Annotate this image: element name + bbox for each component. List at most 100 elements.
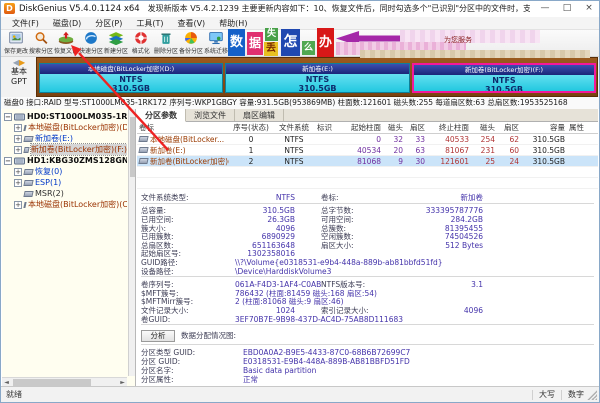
banner-tile: 失 bbox=[265, 28, 278, 41]
minimize-button[interactable]: — bbox=[534, 1, 556, 16]
device-path-value: \Device\HarddiskVolume3 bbox=[235, 266, 332, 276]
quick-partition-button[interactable]: 快速分区 bbox=[78, 30, 103, 56]
partition-name: 本地磁盘(BitLocker加密)(D:) bbox=[40, 64, 222, 74]
partition-icon bbox=[23, 168, 34, 175]
partition-blocks-container: 本地磁盘(BitLocker加密)(D:) NTFS 310.5GB 新加卷(E… bbox=[36, 57, 598, 97]
tree-item-f-selected[interactable]: + 新加卷(BitLocker加密)(F:) bbox=[2, 143, 127, 156]
tree-item-label: ESP(1) bbox=[35, 178, 62, 187]
expand-icon[interactable]: + bbox=[14, 200, 22, 209]
expand-icon[interactable]: + bbox=[14, 178, 22, 187]
partition-block-e[interactable]: 新加卷(E:) NTFS 310.5GB bbox=[225, 63, 410, 93]
volume-label-value: 新加卷 bbox=[460, 192, 484, 202]
menu-tools[interactable]: 工具(T) bbox=[129, 18, 170, 29]
banner-tile: 办 bbox=[317, 28, 334, 57]
expand-icon[interactable]: + bbox=[14, 123, 22, 132]
banner-tile: 怎 bbox=[281, 29, 300, 56]
expand-icon[interactable]: + bbox=[14, 145, 22, 154]
partition-size: 310.5GB bbox=[112, 84, 150, 93]
nav-right-icon[interactable]: ▶ bbox=[19, 58, 25, 67]
scrollbar-thumb[interactable] bbox=[13, 378, 91, 386]
partition-icon bbox=[23, 201, 27, 208]
resize-grip[interactable] bbox=[587, 389, 597, 400]
tab-browse-files[interactable]: 浏览文件 bbox=[186, 109, 235, 121]
sidebar-vertical-scrollbar[interactable] bbox=[128, 109, 135, 376]
volume-guid-value: 3EF70B7E-9B98-437D-AC4D-75AB8D111683 bbox=[235, 314, 404, 324]
tree-item-recovery[interactable]: + 恢复(0) bbox=[2, 166, 127, 177]
table-row-selected[interactable]: 新加卷(BitLocker加密)(F:) 2 NTFS 81068 9 30 1… bbox=[137, 156, 598, 167]
expand-icon[interactable]: + bbox=[14, 167, 22, 176]
tab-sector-edit[interactable]: 扇区编辑 bbox=[235, 109, 284, 121]
save-changes-button[interactable]: 保存更改 bbox=[3, 30, 28, 56]
partition-overview-bar: ◀▶ 基本 GPT 本地磁盘(BitLocker加密)(D:) NTFS 310… bbox=[0, 57, 600, 97]
menu-disk[interactable]: 磁盘(D) bbox=[46, 18, 88, 29]
tree-item-esp[interactable]: + ESP(1) bbox=[2, 177, 127, 188]
close-button[interactable]: × bbox=[578, 1, 600, 16]
recover-file-icon bbox=[58, 31, 73, 45]
partition-name: 新加卷(E:) bbox=[226, 64, 409, 74]
partition-icon bbox=[23, 190, 34, 197]
menu-partition[interactable]: 分区(P) bbox=[88, 18, 129, 29]
backup-partition-icon bbox=[184, 32, 197, 44]
scroll-right-icon[interactable]: ► bbox=[118, 379, 127, 386]
scroll-left-icon[interactable]: ◄ bbox=[2, 379, 11, 386]
divider bbox=[141, 324, 594, 328]
analyze-button[interactable]: 分析 bbox=[141, 329, 175, 342]
partition-icon bbox=[138, 146, 149, 153]
tree-item-label: 恢复(0) bbox=[35, 167, 63, 176]
table-row[interactable]: 本地磁盘(BitLocker... 0 NTFS 0 32 33 40533 2… bbox=[137, 134, 598, 145]
partition-size: 310.5GB bbox=[298, 84, 337, 93]
disk-mode-panel: ◀▶ 基本 GPT bbox=[2, 57, 36, 97]
disk-mode-label: 基本 bbox=[11, 67, 27, 76]
partition-icon bbox=[23, 146, 30, 153]
system-migration-button[interactable]: 系统迁移 bbox=[203, 30, 228, 56]
maximize-button[interactable]: □ bbox=[556, 1, 578, 16]
banner-pixelated-block bbox=[360, 50, 590, 58]
partition-attr-value: 正常 bbox=[243, 374, 258, 384]
collapse-icon[interactable]: − bbox=[4, 156, 12, 165]
promo-banner[interactable]: 数 据 丢 失 怎 么 办 为您服务 bbox=[226, 27, 598, 58]
tree-item-hd1[interactable]: − HD1:KBG30ZMS128GNVMeTOSHIBA1 bbox=[2, 155, 127, 166]
quick-partition-icon bbox=[84, 32, 97, 44]
partition-block-d[interactable]: 本地磁盘(BitLocker加密)(D:) NTFS 310.5GB bbox=[39, 63, 223, 93]
partition-icon bbox=[138, 135, 149, 142]
partition-icon bbox=[138, 157, 149, 164]
banner-tile: 数 bbox=[228, 29, 245, 56]
collapse-icon[interactable]: − bbox=[4, 112, 12, 121]
delete-partition-icon bbox=[161, 33, 170, 44]
partition-fs: NTFS bbox=[305, 75, 330, 84]
app-icon: D bbox=[4, 3, 15, 14]
tree-item-label: 本地磁盘(BitLocker加密)(D:) bbox=[28, 123, 127, 132]
partition-details: 文件系统类型: NTFS 卷标: 新加卷 总容量: 310.5GB 总字节数: 333… bbox=[137, 189, 598, 384]
new-partition-icon bbox=[108, 32, 123, 45]
recover-file-button[interactable]: 恢复文件 bbox=[53, 30, 78, 56]
partition-name: 新加卷(BitLocker加密)(F:) bbox=[414, 65, 594, 75]
partition-guid-value: E0318531-E9B4-448A-889B-AB81BBFD51FD bbox=[243, 357, 410, 367]
backup-partition-button[interactable]: 备份分区 bbox=[178, 30, 203, 56]
delete-partition-button[interactable]: 删除分区 bbox=[153, 30, 178, 56]
partition-block-f-selected[interactable]: 新加卷(BitLocker加密)(F:) NTFS 310.5GB bbox=[412, 63, 596, 93]
banner-tile: 据 bbox=[247, 32, 263, 55]
title-bar: D DiskGenius V5.4.0.1124 x64 发现新版本 V5.4.… bbox=[0, 0, 600, 17]
sidebar-horizontal-scrollbar[interactable]: ◄ ► bbox=[2, 377, 127, 386]
menu-file[interactable]: 文件(F) bbox=[5, 18, 46, 29]
tab-partition-params[interactable]: 分区参数 bbox=[137, 109, 186, 122]
tree-item-e[interactable]: + 新加卷(E:) bbox=[2, 133, 127, 144]
sidebar: − HD0:ST1000LM035-1RK172(932GB) + 本地磁盘(B… bbox=[2, 109, 136, 386]
new-partition-button[interactable]: 新建分区 bbox=[103, 30, 128, 56]
menu-view[interactable]: 查看(V) bbox=[170, 18, 212, 29]
allocation-map-label: 数据分配情况图: bbox=[181, 331, 237, 341]
search-partition-button[interactable]: 搜索分区 bbox=[28, 30, 53, 56]
banner-tile: 么 bbox=[302, 41, 315, 55]
tree-item-label: MSR(2) bbox=[35, 189, 64, 198]
tree-item-d[interactable]: + 本地磁盘(BitLocker加密)(D:) bbox=[2, 122, 127, 133]
tree-item-c[interactable]: + 本地磁盘(BitLocker加密)(C:) bbox=[2, 199, 127, 210]
format-button[interactable]: 格式化 bbox=[128, 30, 153, 56]
partition-type-guid-value: EBD0A0A2-B9E5-4433-87C0-68B6B72699C7 bbox=[243, 348, 411, 358]
tree-item-hd0[interactable]: − HD0:ST1000LM035-1RK172(932GB) bbox=[2, 111, 127, 122]
table-empty-row bbox=[137, 178, 598, 189]
window-title: DiskGenius V5.4.0.1124 x64 bbox=[19, 3, 140, 14]
save-icon bbox=[8, 31, 23, 44]
table-row[interactable]: 新加卷(E:) 1 NTFS 40534 20 63 81067 231 60 … bbox=[137, 145, 598, 156]
tree-item-msr[interactable]: + MSR(2) bbox=[2, 188, 127, 199]
expand-icon[interactable]: + bbox=[14, 134, 22, 143]
